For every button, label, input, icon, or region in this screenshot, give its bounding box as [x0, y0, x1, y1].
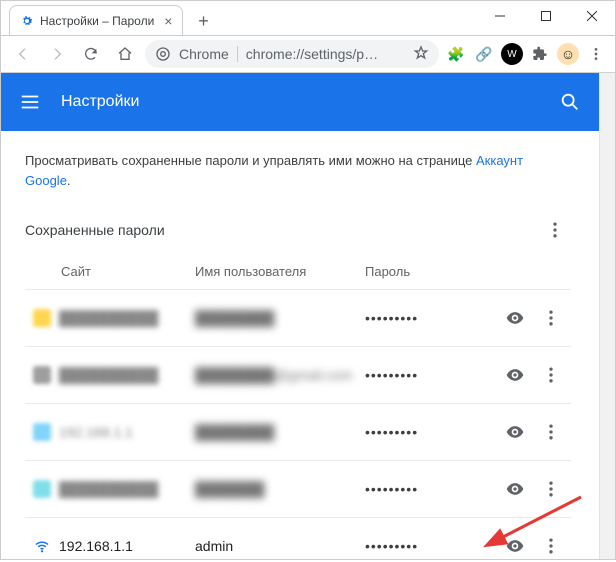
reveal-password-button[interactable]	[499, 416, 531, 448]
col-pass-header: Пароль	[365, 264, 499, 279]
password-row: ██████████ ████████@gmail.com•••••••••	[25, 346, 571, 403]
col-site-header: Сайт	[25, 264, 195, 279]
new-tab-button[interactable]: +	[189, 7, 217, 35]
username-cell: ████████@gmail.com	[195, 367, 365, 383]
settings-search-button[interactable]	[559, 91, 581, 113]
extension-icon-w[interactable]: W	[501, 43, 523, 65]
omnibox-url: chrome://settings/p…	[246, 46, 378, 62]
tab-strip: Настройки – Пароли × +	[9, 1, 217, 35]
bookmark-star-icon[interactable]	[413, 45, 429, 64]
password-row: █████████████████•••••••••	[25, 460, 571, 517]
reveal-password-button[interactable]	[499, 473, 531, 505]
password-cell: •••••••••	[365, 538, 499, 554]
row-actions	[499, 473, 571, 505]
row-more-button[interactable]	[535, 530, 567, 559]
site-label: 192.168.1.1	[59, 424, 133, 440]
password-cell: •••••••••	[365, 481, 499, 497]
gear-icon	[20, 14, 34, 28]
window-minimize-button[interactable]	[477, 1, 523, 31]
nav-reload-button[interactable]	[77, 40, 105, 68]
username-cell: admin	[195, 538, 365, 554]
site-cell[interactable]: 192.168.1.1	[25, 537, 195, 555]
table-header-row: Сайт Имя пользователя Пароль	[25, 254, 571, 289]
row-more-button[interactable]	[535, 302, 567, 334]
hamburger-icon[interactable]	[19, 91, 41, 113]
page-scroll[interactable]: Настройки Просматривать сохраненные паро…	[1, 73, 599, 559]
row-actions	[499, 302, 571, 334]
section-more-button[interactable]	[539, 214, 571, 246]
passwords-card: Просматривать сохраненные пароли и управ…	[1, 131, 595, 559]
site-cell[interactable]: ██████████	[25, 309, 195, 327]
col-user-header: Имя пользователя	[195, 264, 365, 279]
username-cell: ████████	[195, 310, 365, 326]
settings-title: Настройки	[61, 93, 139, 111]
nav-forward-button[interactable]	[43, 40, 71, 68]
site-favicon	[33, 537, 51, 555]
window-titlebar: Настройки – Пароли × +	[1, 1, 615, 35]
reveal-password-button[interactable]	[499, 530, 531, 559]
password-cell: •••••••••	[365, 424, 499, 440]
site-cell[interactable]: ██████████	[25, 480, 195, 498]
intro-after: .	[67, 173, 71, 188]
username-cell: ███████	[195, 481, 365, 497]
site-favicon	[33, 423, 51, 441]
row-actions	[499, 359, 571, 391]
site-label: ██████████	[59, 367, 158, 383]
extensions-area: 🧩 🔗 W ☺	[445, 43, 607, 65]
site-label: ██████████	[59, 481, 158, 497]
omnibox-separator	[237, 46, 238, 62]
chrome-logo-icon	[155, 46, 171, 62]
site-cell[interactable]: 192.168.1.1	[25, 423, 195, 441]
nav-home-button[interactable]	[111, 40, 139, 68]
reveal-password-button[interactable]	[499, 359, 531, 391]
omnibox-source-label: Chrome	[179, 46, 229, 62]
window-controls	[477, 1, 615, 31]
username-cell: ████████	[195, 424, 365, 440]
window-maximize-button[interactable]	[523, 1, 569, 31]
omnibox[interactable]: Chrome chrome://settings/p…	[145, 40, 439, 68]
nav-back-button[interactable]	[9, 40, 37, 68]
extension-icon-1[interactable]: 🧩	[445, 43, 467, 65]
settings-header: Настройки	[1, 73, 599, 131]
browser-toolbar: Chrome chrome://settings/p… 🧩 🔗 W ☺	[1, 35, 615, 73]
password-cell: •••••••••	[365, 367, 499, 383]
close-tab-icon[interactable]: ×	[164, 14, 172, 28]
row-more-button[interactable]	[535, 473, 567, 505]
saved-passwords-header: Сохраненные пароли	[25, 214, 571, 246]
password-cell: •••••••••	[365, 310, 499, 326]
content-area: Настройки Просматривать сохраненные паро…	[1, 73, 615, 559]
site-label: ██████████	[59, 310, 158, 326]
site-cell[interactable]: ██████████	[25, 366, 195, 384]
browser-tab-active[interactable]: Настройки – Пароли ×	[9, 5, 183, 35]
window-close-button[interactable]	[569, 1, 615, 31]
password-row: 192.168.1.1 ████████•••••••••	[25, 403, 571, 460]
site-label: 192.168.1.1	[59, 538, 133, 554]
password-rows: ██████████████████•••••••••█████████████…	[25, 289, 571, 559]
row-more-button[interactable]	[535, 359, 567, 391]
page-scrollbar[interactable]	[599, 73, 615, 559]
password-row: ██████████████████•••••••••	[25, 289, 571, 346]
reveal-password-button[interactable]	[499, 302, 531, 334]
chrome-menu-button[interactable]	[585, 43, 607, 65]
intro-text: Просматривать сохраненные пароли и управ…	[25, 151, 571, 190]
intro-before: Просматривать сохраненные пароли и управ…	[25, 153, 476, 168]
profile-avatar[interactable]: ☺	[557, 43, 579, 65]
extension-icon-link[interactable]: 🔗	[473, 43, 495, 65]
site-favicon	[33, 480, 51, 498]
section-title: Сохраненные пароли	[25, 222, 165, 238]
tab-title: Настройки – Пароли	[40, 14, 154, 28]
row-more-button[interactable]	[535, 416, 567, 448]
site-favicon	[33, 366, 51, 384]
extensions-menu-icon[interactable]	[529, 43, 551, 65]
row-actions	[499, 416, 571, 448]
site-favicon	[33, 309, 51, 327]
password-row: 192.168.1.1 admin•••••••••	[25, 517, 571, 559]
row-actions	[499, 530, 571, 559]
